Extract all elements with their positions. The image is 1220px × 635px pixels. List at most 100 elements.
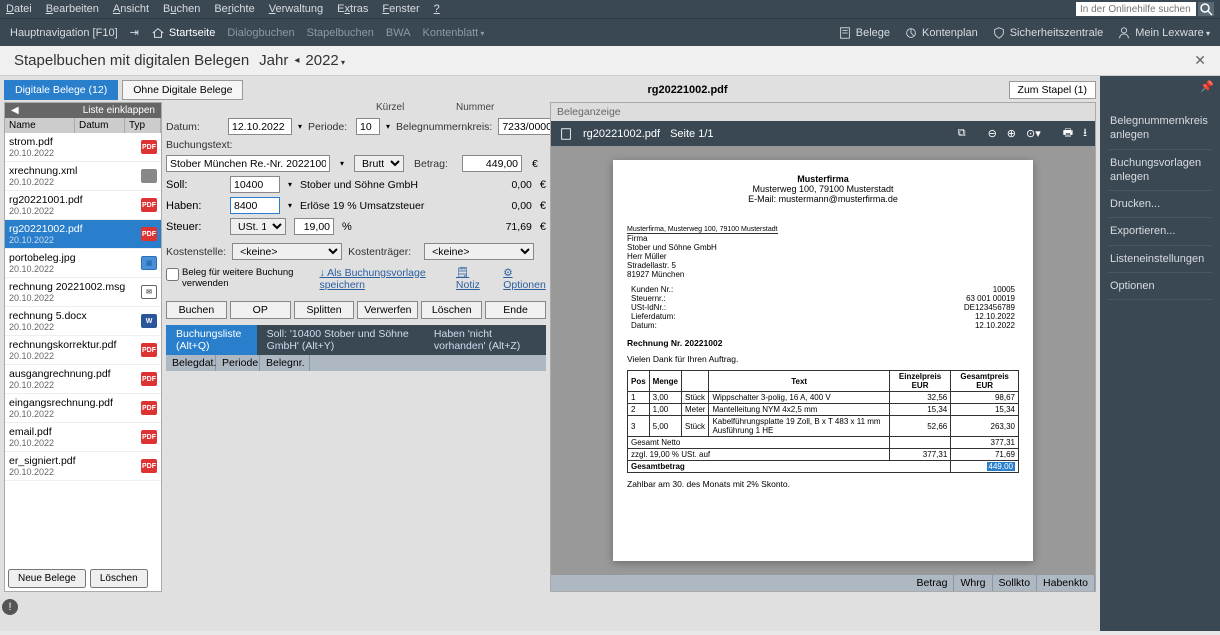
menu-extras[interactable]: Extras [337, 3, 368, 15]
col-betrag[interactable]: Betrag [911, 575, 955, 591]
file-item[interactable]: rg20221002.pdf20.10.2022PDF [5, 220, 161, 249]
year-label: Jahr [259, 52, 288, 69]
input-datum[interactable] [228, 118, 292, 135]
preview-toolbar: rg20221002.pdf Seite 1/1 ⧉ ⊖ ⊕ ⊙▾ 🖶 ⭳ [551, 121, 1095, 146]
menu-fenster[interactable]: Fenster [382, 3, 419, 15]
col-belegnr[interactable]: Belegnr. [260, 355, 310, 371]
close-icon[interactable]: ✕ [1194, 52, 1206, 69]
checkbox-weitere-buchung[interactable] [166, 268, 179, 281]
sidebar-action[interactable]: Drucken... [1108, 191, 1212, 218]
xml-icon [141, 169, 157, 183]
select-kostenstelle[interactable]: <keine> [232, 243, 342, 260]
page-title-bar: Stapelbuchen mit digitalen Belegen Jahr … [0, 46, 1220, 76]
löschen-button[interactable]: Löschen [421, 301, 482, 319]
menu-verwaltung[interactable]: Verwaltung [269, 3, 323, 15]
menu-berichte[interactable]: Berichte [214, 3, 254, 15]
file-item[interactable]: rechnung 20221002.msg20.10.2022✉ [5, 278, 161, 307]
zoom-in-icon[interactable]: ⊕ [1007, 127, 1016, 140]
zoom-fit-icon[interactable]: ⊙▾ [1026, 127, 1041, 140]
file-item[interactable]: er_signiert.pdf20.10.2022PDF [5, 452, 161, 481]
collapse-list-button[interactable]: ◀Liste einklappen [5, 103, 161, 118]
year-selector[interactable]: 2022 [305, 52, 345, 69]
alert-icon[interactable]: ! [2, 599, 18, 615]
nav-dialogbuchen[interactable]: Dialogbuchen [227, 27, 294, 39]
menu-ansicht[interactable]: Ansicht [113, 3, 149, 15]
preview-filename: rg20221002.pdf [583, 128, 660, 140]
sidebar-action[interactable]: Belegnummernkreis anlegen [1108, 108, 1212, 150]
tb-meinlexware[interactable]: Mein Lexware [1117, 26, 1210, 40]
file-item[interactable]: rg20221001.pdf20.10.2022PDF [5, 191, 161, 220]
help-search-input[interactable] [1076, 2, 1196, 16]
file-item[interactable]: portobeleg.jpg20.10.2022▣ [5, 249, 161, 278]
col-belegdat[interactable]: Belegdat. [166, 355, 216, 371]
buchen-button[interactable]: Buchen [166, 301, 227, 319]
input-periode[interactable] [356, 118, 380, 135]
sidebar-action[interactable]: Optionen [1108, 273, 1212, 300]
label-kuerzel: Kürzel [376, 102, 436, 113]
input-buchungstext[interactable] [166, 155, 330, 172]
tb-kontenplan[interactable]: Kontenplan [904, 26, 978, 40]
input-steuer-satz[interactable] [294, 218, 334, 235]
file-item[interactable]: strom.pdf20.10.2022PDF [5, 133, 161, 162]
file-item[interactable]: rechnung 5.docx20.10.2022W [5, 307, 161, 336]
nav-kontenblatt[interactable]: Kontenblatt [423, 27, 485, 39]
label-eur: € [532, 158, 538, 170]
print-icon[interactable]: 🖶 [1063, 124, 1073, 143]
op-button[interactable]: OP [230, 301, 291, 319]
select-kostentraeger[interactable]: <keine> [424, 243, 534, 260]
col-whrg[interactable]: Whrg [954, 575, 992, 591]
tb-belege[interactable]: Belege [838, 26, 890, 40]
menu-datei[interactable]: Datei [6, 3, 32, 15]
subtab-buchungsliste[interactable]: Buchungsliste (Alt+Q) [166, 325, 257, 355]
zum-stapel-button[interactable]: Zum Stapel (1) [1009, 81, 1096, 99]
sidebar-action[interactable]: Listeneinstellungen [1108, 246, 1212, 273]
sidebar-action[interactable]: Exportieren... [1108, 218, 1212, 245]
help-search-button[interactable] [1198, 2, 1214, 16]
nav-stapelbuchen[interactable]: Stapelbuchen [307, 27, 374, 39]
download-icon[interactable]: ⭳ [1083, 124, 1087, 143]
toolbar: Hauptnavigation [F10] ⇥ Startseite Dialo… [0, 18, 1220, 46]
nav-startseite[interactable]: Startseite [169, 27, 215, 39]
file-item[interactable]: xrechnung.xml20.10.2022 [5, 162, 161, 191]
file-item[interactable]: ausgangrechnung.pdf20.10.2022PDF [5, 365, 161, 394]
input-soll[interactable] [230, 176, 280, 193]
link-optionen[interactable]: ⚙ Optionen [503, 267, 546, 291]
zoom-out-icon[interactable]: ⊖ [988, 127, 997, 140]
tb-sicherheit[interactable]: Sicherheitszentrale [992, 26, 1104, 40]
ende-button[interactable]: Ende [485, 301, 546, 319]
link-notiz[interactable]: 🗒 Notiz [456, 266, 487, 291]
menu-bearbeiten[interactable]: Bearbeiten [46, 3, 99, 15]
verwerfen-button[interactable]: Verwerfen [357, 301, 418, 319]
menu-buchen[interactable]: Buchen [163, 3, 200, 15]
input-haben[interactable] [230, 197, 280, 214]
document-preview-panel: Beleganzeige rg20221002.pdf Seite 1/1 ⧉ … [550, 102, 1096, 592]
input-betrag[interactable] [462, 155, 522, 172]
pin-icon[interactable]: ⇥ [130, 26, 139, 39]
col-habenkto[interactable]: Habenkto [1037, 575, 1095, 591]
document-icon [559, 127, 573, 141]
document-page: MusterfirmaMusterweg 100, 79100 Musterst… [613, 160, 1033, 561]
col-periode[interactable]: Periode [216, 355, 260, 371]
select-steuer-typ[interactable]: USt. 19% [230, 218, 286, 235]
loeschen-button[interactable]: Löschen [90, 569, 148, 588]
popout-icon[interactable]: ⧉ [958, 127, 966, 140]
hauptnavigation-button[interactable]: Hauptnavigation [F10] [10, 27, 118, 39]
file-item[interactable]: eingangsrechnung.pdf20.10.2022PDF [5, 394, 161, 423]
select-brutto[interactable]: Brutto [354, 155, 404, 172]
file-item[interactable]: email.pdf20.10.2022PDF [5, 423, 161, 452]
tab-digitale-belege[interactable]: Digitale Belege (12) [4, 80, 118, 100]
selected-document-title: rg20221002.pdf [647, 84, 735, 96]
nav-bwa[interactable]: BWA [386, 27, 411, 39]
neue-belege-button[interactable]: Neue Belege [8, 569, 86, 588]
sidebar-action[interactable]: Buchungsvorlagen anlegen [1108, 150, 1212, 192]
splitten-button[interactable]: Splitten [294, 301, 355, 319]
menu-help[interactable]: ? [434, 3, 440, 15]
file-item[interactable]: rechnungskorrektur.pdf20.10.2022PDF [5, 336, 161, 365]
col-sollkto[interactable]: Sollkto [993, 575, 1038, 591]
action-sidebar: 📌 Belegnummernkreis anlegenBuchungsvorla… [1100, 76, 1220, 631]
pin-panel-icon[interactable]: 📌 [1200, 80, 1214, 93]
subtab-haben[interactable]: Haben 'nicht vorhanden' (Alt+Z) [424, 325, 546, 355]
tab-ohne-digitale-belege[interactable]: Ohne Digitale Belege [122, 80, 243, 100]
subtab-soll[interactable]: Soll: '10400 Stober und Söhne GmbH' (Alt… [257, 325, 424, 355]
link-als-vorlage[interactable]: ↓ Als Buchungsvorlage speichern [319, 267, 439, 291]
